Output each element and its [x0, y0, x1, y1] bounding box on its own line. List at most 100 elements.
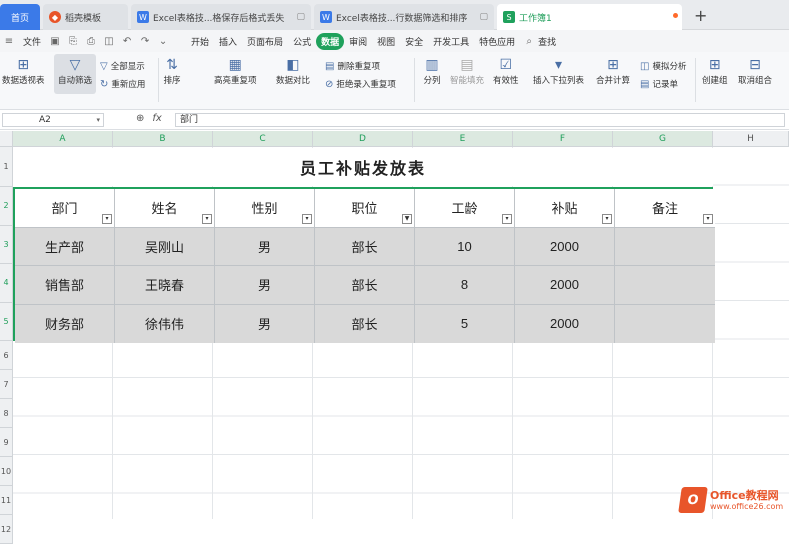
menu-security[interactable]: 安全	[400, 33, 428, 50]
name-box[interactable]: A2 ▾	[2, 113, 104, 127]
filter-dropdown-icon[interactable]: ▾	[102, 213, 112, 224]
tab-docer[interactable]: ◆ 稻壳模板	[43, 4, 128, 30]
print-icon[interactable]: ⎙	[85, 35, 97, 47]
table-cell[interactable]: 男	[215, 227, 315, 266]
search-icon[interactable]: ⌕	[523, 35, 535, 47]
menu-insert[interactable]: 插入	[214, 33, 242, 50]
menu-view[interactable]: 视图	[372, 33, 400, 50]
sheet-title[interactable]: 员工补贴发放表	[13, 148, 713, 186]
save-icon[interactable]: ▣	[49, 35, 61, 47]
table-cell[interactable]: 部长	[315, 304, 415, 343]
row-header[interactable]: 8	[0, 399, 13, 428]
remove-duplicates-button[interactable]: ▤ 删除重复项	[325, 60, 380, 73]
column-header[interactable]: F	[513, 131, 613, 147]
header-cell[interactable]: 备注 ▾	[615, 189, 715, 228]
menu-start[interactable]: 开始	[186, 33, 214, 50]
filter-dropdown-icon[interactable]: ▾	[302, 213, 312, 224]
smart-fill-button[interactable]: ▤ 智能填充	[450, 56, 484, 86]
row-header[interactable]: 5	[0, 302, 13, 341]
menu-page-layout[interactable]: 页面布局	[242, 33, 288, 50]
tab-home[interactable]: 首页	[0, 4, 40, 30]
filter-dropdown-icon[interactable]: ▾	[602, 213, 612, 224]
simulate-button[interactable]: ◫ 模拟分析	[640, 60, 686, 73]
comment-icon[interactable]: ▢	[475, 12, 488, 22]
table-cell[interactable]: 10	[415, 227, 515, 266]
zoom-icon[interactable]: ⊕	[136, 113, 144, 124]
chevron-down-icon[interactable]: ▾	[96, 114, 100, 126]
row-header[interactable]: 10	[0, 457, 13, 486]
select-all-corner[interactable]	[0, 131, 13, 147]
comment-icon[interactable]: ▢	[292, 12, 305, 22]
tab-workbook[interactable]: S 工作簿1	[497, 4, 682, 30]
row-header[interactable]: 12	[0, 515, 13, 544]
table-cell[interactable]: 2000	[515, 227, 615, 266]
menu-formula[interactable]: 公式	[288, 33, 316, 50]
row-header[interactable]: 1	[0, 147, 13, 187]
show-all-button[interactable]: ▽ 全部显示	[100, 60, 145, 73]
table-cell[interactable]: 吴刚山	[115, 227, 215, 266]
menu-search[interactable]: 查找	[538, 33, 561, 50]
table-cell[interactable]: 2000	[515, 266, 615, 305]
table-cell[interactable]: 部长	[315, 266, 415, 305]
row-header[interactable]: 7	[0, 370, 13, 399]
preview-icon[interactable]: ◫	[103, 35, 115, 47]
header-cell[interactable]: 职位 ▼	[315, 189, 415, 228]
consolidate-button[interactable]: ⊞ 合并计算	[596, 56, 630, 86]
tab-doc-1[interactable]: W Excel表格技...格保存后格式丢失 ▢	[131, 4, 311, 30]
row-header[interactable]: 6	[0, 341, 13, 370]
sort-button[interactable]: ⇅ 排序	[162, 56, 182, 86]
tab-doc-2[interactable]: W Excel表格技...行数据筛选和排序 ▢	[314, 4, 494, 30]
table-cell[interactable]: 王晓春	[115, 266, 215, 305]
chevron-down-icon[interactable]: ⌄	[157, 35, 169, 47]
table-cell[interactable]	[615, 304, 715, 343]
formula-input[interactable]: 部门	[175, 113, 785, 127]
filter-dropdown-icon[interactable]: ▾	[502, 213, 512, 224]
create-group-button[interactable]: ⊞ 创建组	[702, 56, 728, 86]
data-compare-button[interactable]: ◧ 数据对比	[276, 56, 310, 86]
table-cell[interactable]: 徐伟伟	[115, 304, 215, 343]
header-cell[interactable]: 部门 ▾	[15, 189, 115, 228]
table-cell[interactable]: 男	[215, 304, 315, 343]
filter-dropdown-icon[interactable]: ▾	[703, 213, 713, 224]
menu-developer[interactable]: 开发工具	[428, 33, 474, 50]
menu-file[interactable]: 文件	[18, 33, 46, 50]
highlight-duplicates-button[interactable]: ▦ 高亮重复项	[214, 56, 257, 86]
row-header[interactable]: 4	[0, 264, 13, 303]
ungroup-button[interactable]: ⊟ 取消组合	[738, 56, 772, 86]
column-header[interactable]: C	[213, 131, 313, 147]
hamburger-icon[interactable]: ≡	[3, 35, 15, 47]
reapply-button[interactable]: ↻ 重新应用	[100, 78, 145, 91]
table-cell[interactable]: 生产部	[15, 227, 115, 266]
filter-dropdown-icon[interactable]: ▾	[202, 213, 212, 224]
new-tab-button[interactable]: +	[694, 6, 707, 25]
pivot-table-button[interactable]: ⊞ 数据透视表	[2, 56, 45, 86]
column-header[interactable]: E	[413, 131, 513, 147]
column-header[interactable]: B	[113, 131, 213, 147]
insert-dropdown-button[interactable]: ▾ 插入下拉列表	[533, 56, 584, 86]
row-header[interactable]: 9	[0, 428, 13, 457]
table-cell[interactable]	[615, 266, 715, 305]
column-header[interactable]: D	[313, 131, 413, 147]
table-cell[interactable]	[615, 227, 715, 266]
header-cell[interactable]: 工龄 ▾	[415, 189, 515, 228]
filter-active-icon[interactable]: ▼	[402, 213, 412, 224]
undo-icon[interactable]: ↶	[121, 35, 133, 47]
table-cell[interactable]: 男	[215, 266, 315, 305]
column-header[interactable]: A	[13, 131, 113, 147]
row-header[interactable]: 11	[0, 486, 13, 515]
fx-icon[interactable]: fx	[152, 113, 161, 124]
validity-button[interactable]: ☑ 有效性	[493, 56, 519, 86]
column-header[interactable]: G	[613, 131, 713, 147]
menu-review[interactable]: 审阅	[344, 33, 372, 50]
autofilter-button[interactable]: ▽ 自动筛选	[54, 54, 96, 94]
record-button[interactable]: ▤ 记录单	[640, 78, 678, 91]
redo-icon[interactable]: ↷	[139, 35, 151, 47]
column-header[interactable]: H	[713, 131, 789, 147]
table-cell[interactable]: 部长	[315, 227, 415, 266]
header-cell[interactable]: 姓名 ▾	[115, 189, 215, 228]
menu-data[interactable]: 数据	[316, 32, 345, 50]
table-cell[interactable]: 8	[415, 266, 515, 305]
reject-duplicates-button[interactable]: ⊘ 拒绝录入重复项	[325, 78, 396, 91]
row-header[interactable]: 3	[0, 225, 13, 264]
header-cell[interactable]: 性别 ▾	[215, 189, 315, 228]
